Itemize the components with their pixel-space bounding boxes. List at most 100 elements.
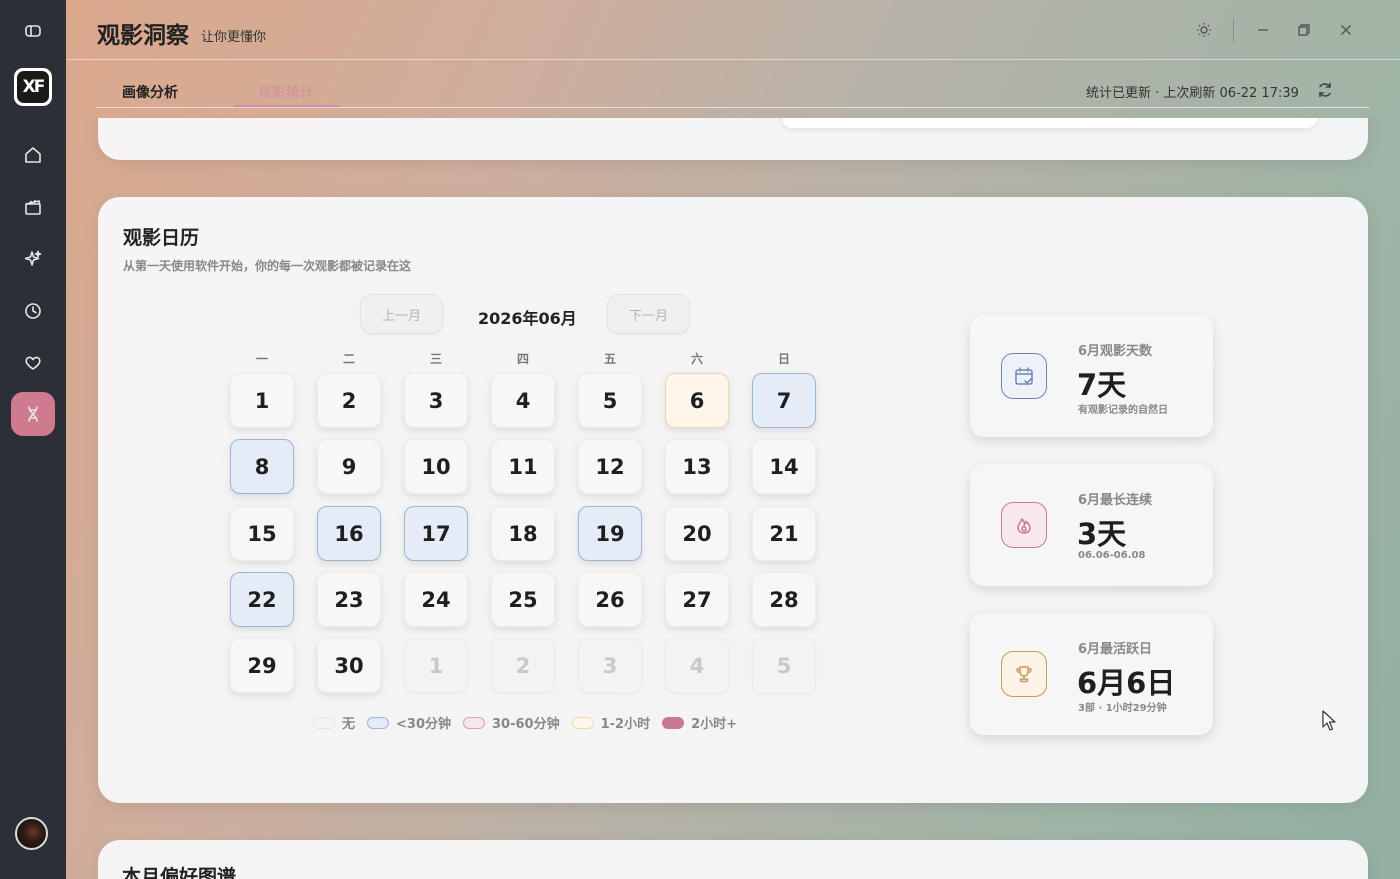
- minimize-icon[interactable]: [1251, 18, 1275, 42]
- weekday-label: 二: [342, 352, 355, 366]
- calendar-day[interactable]: 30: [317, 638, 381, 693]
- calendar-day-outside-month[interactable]: 1: [404, 638, 468, 693]
- calendar-day[interactable]: 16: [317, 506, 381, 561]
- tab-profile-analysis[interactable]: 画像分析: [122, 82, 178, 108]
- calendar-title: 观影日历: [123, 227, 200, 249]
- weekday-label: 一: [255, 352, 268, 366]
- weekday-label: 五: [603, 352, 616, 366]
- preference-card-title: 本月偏好图谱: [122, 866, 237, 879]
- legend-swatch: [313, 716, 335, 729]
- weekday-label: 三: [429, 352, 442, 366]
- month-label: 2026年06月: [478, 309, 577, 328]
- home-icon[interactable]: [11, 133, 55, 177]
- legend-label: 30-60分钟: [492, 717, 560, 732]
- legend-item: <30分钟: [367, 713, 451, 732]
- calendar-day[interactable]: 28: [752, 572, 816, 627]
- calendar-day[interactable]: 13: [665, 439, 729, 494]
- stat-longest-streak-card: 6月最长连续 3天 06.06-06.08: [970, 464, 1213, 586]
- calendar-day-outside-month[interactable]: 4: [665, 638, 729, 693]
- calendar-day[interactable]: 25: [491, 572, 555, 627]
- tab-bar-line: [96, 107, 1370, 108]
- flame-icon: [1001, 502, 1047, 548]
- calendar-day[interactable]: 22: [230, 572, 294, 627]
- calendar-day[interactable]: 1: [230, 373, 294, 428]
- preference-card: 本月偏好图谱: [98, 840, 1368, 879]
- film-icon[interactable]: [11, 185, 55, 229]
- legend-item: 30-60分钟: [463, 713, 560, 732]
- legend-label: 1-2小时: [600, 717, 651, 732]
- app-subtitle: 让你更懂你: [201, 30, 267, 45]
- calendar-day[interactable]: 19: [578, 506, 642, 561]
- weekday-label: 六: [690, 352, 703, 366]
- calendar-day[interactable]: 2: [317, 373, 381, 428]
- calendar-day[interactable]: 20: [665, 506, 729, 561]
- calendar-day[interactable]: 27: [665, 572, 729, 627]
- theme-toggle-icon[interactable]: [1192, 18, 1216, 42]
- legend-item: 2小时+: [662, 713, 737, 732]
- stat-value: 6月6日: [1077, 666, 1176, 700]
- clock-icon[interactable]: [11, 289, 55, 333]
- header-divider-line: [66, 59, 1400, 60]
- calendar-day[interactable]: 9: [317, 439, 381, 494]
- stat-note: 3部 · 1小时29分钟: [1078, 703, 1167, 714]
- calendar-day[interactable]: 26: [578, 572, 642, 627]
- calendar-day-outside-month[interactable]: 2: [491, 638, 555, 693]
- avatar[interactable]: [15, 817, 48, 850]
- legend-swatch: [571, 716, 594, 729]
- next-month-button[interactable]: 下一月: [607, 294, 690, 334]
- legend-label: <30分钟: [396, 717, 451, 732]
- app-title: 观影洞察: [97, 23, 189, 49]
- stat-value: 3天: [1077, 517, 1127, 551]
- legend-swatch: [662, 716, 685, 729]
- stat-viewing-days-card: 6月观影天数 7天有观影记录的自然日: [970, 315, 1213, 437]
- close-icon[interactable]: [1334, 18, 1358, 42]
- legend-label: 2小时+: [691, 717, 738, 732]
- restore-icon[interactable]: [1292, 18, 1316, 42]
- legend-label: 无: [342, 717, 356, 732]
- prev-month-button[interactable]: 上一月: [360, 294, 443, 334]
- calendar-day[interactable]: 3: [404, 373, 468, 428]
- stat-note: 06.06-06.08: [1078, 550, 1146, 561]
- calendar-day[interactable]: 23: [317, 572, 381, 627]
- calendar-legend: 无 <30分钟 30-60分钟 1-2小时 2小时+: [313, 713, 749, 732]
- header: 观影洞察 让你更懂你 画像分析 观影统计 统计已更新 · 上次刷新 06-22 …: [66, 0, 1400, 118]
- heart-icon[interactable]: [11, 341, 55, 385]
- calendar-day[interactable]: 21: [752, 506, 816, 561]
- calendar-day-outside-month[interactable]: 3: [578, 638, 642, 693]
- calendar-day[interactable]: 7: [752, 373, 816, 428]
- stat-label: 6月最活跃日: [1078, 642, 1153, 657]
- refresh-status: 统计已更新 · 上次刷新 06-22 17:39: [1086, 86, 1299, 101]
- trophy-icon: [1001, 651, 1047, 697]
- calendar-day[interactable]: 8: [230, 439, 294, 494]
- calendar-day[interactable]: 29: [230, 638, 294, 693]
- calendar-day[interactable]: 5: [578, 373, 642, 428]
- calendar-icon: [1001, 353, 1047, 399]
- stat-value: 7天: [1077, 368, 1127, 402]
- sidebar: XF: [0, 0, 66, 879]
- calendar-day[interactable]: 15: [230, 506, 294, 561]
- legend-item: 无: [313, 713, 355, 732]
- calendar-day[interactable]: 12: [578, 439, 642, 494]
- calendar-day[interactable]: 6: [665, 373, 729, 428]
- sidebar-toggle-icon[interactable]: [11, 9, 55, 53]
- calendar-day-outside-month[interactable]: 5: [752, 638, 816, 693]
- dna-icon[interactable]: [11, 392, 55, 436]
- weekday-label: 四: [516, 352, 529, 366]
- stat-label: 6月观影天数: [1078, 344, 1153, 359]
- calendar-day[interactable]: 4: [491, 373, 555, 428]
- stat-most-active-day-card: 6月最活跃日 6月6日 3部 · 1小时29分钟: [970, 613, 1213, 735]
- stat-note: 有观影记录的自然日: [1078, 405, 1168, 416]
- mouse-cursor-icon: [1322, 710, 1336, 731]
- app-logo: XF: [14, 68, 52, 106]
- sparkle-icon[interactable]: [11, 237, 55, 281]
- header-divider: [1233, 18, 1234, 42]
- calendar-day[interactable]: 14: [752, 439, 816, 494]
- calendar-day[interactable]: 18: [491, 506, 555, 561]
- calendar-day[interactable]: 24: [404, 572, 468, 627]
- refresh-icon[interactable]: [1316, 81, 1334, 99]
- stat-label: 6月最长连续: [1078, 493, 1153, 508]
- legend-item: 1-2小时: [571, 713, 651, 732]
- calendar-day[interactable]: 17: [404, 506, 468, 561]
- calendar-day[interactable]: 11: [491, 439, 555, 494]
- calendar-day[interactable]: 10: [404, 439, 468, 494]
